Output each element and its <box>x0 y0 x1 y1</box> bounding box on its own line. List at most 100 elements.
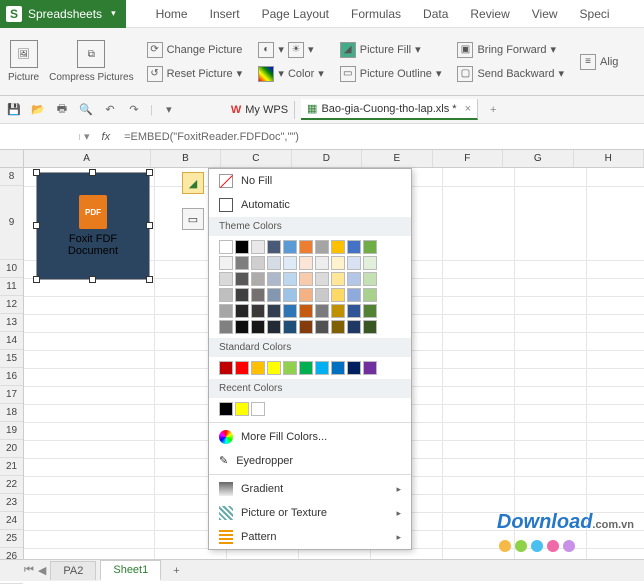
name-box[interactable] <box>0 134 80 140</box>
close-icon[interactable]: × <box>465 103 471 115</box>
tab-home[interactable]: Home <box>156 7 188 21</box>
tab-view[interactable]: View <box>532 7 558 21</box>
color-swatch[interactable] <box>331 304 345 318</box>
color-swatch[interactable] <box>363 240 377 254</box>
color-swatch[interactable] <box>331 320 345 334</box>
color-swatch[interactable] <box>283 361 297 375</box>
color-swatch[interactable] <box>251 304 265 318</box>
color-swatch[interactable] <box>331 288 345 302</box>
col-header[interactable]: H <box>574 150 644 167</box>
color-swatch[interactable] <box>251 320 265 334</box>
tab-formulas[interactable]: Formulas <box>351 7 401 21</box>
row-header[interactable]: 15 <box>0 350 23 368</box>
sheet-tab-active[interactable]: Sheet1 <box>100 560 161 581</box>
color-swatch[interactable] <box>315 272 329 286</box>
color-swatch[interactable] <box>235 304 249 318</box>
chevron-down-icon[interactable]: ▾ <box>161 102 177 118</box>
color-swatch[interactable] <box>267 320 281 334</box>
chevron-down-icon[interactable]: ▾ <box>80 130 94 143</box>
picture-button[interactable]: 🖼 Picture <box>8 40 39 83</box>
color-swatch[interactable] <box>219 256 233 270</box>
color-swatch[interactable] <box>347 240 361 254</box>
align-button[interactable]: ≡Alig <box>577 52 621 72</box>
picture-outline-button[interactable]: ▭Picture Outline ▾ <box>337 64 445 84</box>
resize-handle[interactable] <box>89 169 96 176</box>
resize-handle[interactable] <box>146 276 153 283</box>
pattern-option[interactable]: Pattern▸ <box>209 525 411 549</box>
col-header[interactable]: C <box>221 150 291 167</box>
save-icon[interactable]: 💾 <box>6 102 22 118</box>
row-header[interactable]: 25 <box>0 530 23 548</box>
color-swatch[interactable] <box>235 256 249 270</box>
color-swatch[interactable] <box>299 288 313 302</box>
select-all-corner[interactable] <box>0 150 24 167</box>
color-swatch[interactable] <box>347 256 361 270</box>
color-swatch[interactable] <box>347 320 361 334</box>
color-swatch[interactable] <box>251 272 265 286</box>
gradient-option[interactable]: Gradient▸ <box>209 477 411 501</box>
row-header[interactable]: 12 <box>0 296 23 314</box>
picture-fill-button[interactable]: ◢Picture Fill ▾ <box>337 40 445 60</box>
color-swatch[interactable] <box>219 402 233 416</box>
color-swatch[interactable] <box>347 304 361 318</box>
row-header[interactable]: 22 <box>0 476 23 494</box>
tab-insert[interactable]: Insert <box>210 7 240 21</box>
color-button[interactable]: ▾ Color ▾ <box>255 64 326 84</box>
color-swatch[interactable] <box>299 272 313 286</box>
row-header[interactable]: 20 <box>0 440 23 458</box>
row-header[interactable]: 21 <box>0 458 23 476</box>
tab-page-layout[interactable]: Page Layout <box>262 7 329 21</box>
eyedropper-option[interactable]: ✎Eyedropper <box>209 449 411 472</box>
color-swatch[interactable] <box>363 304 377 318</box>
color-swatch[interactable] <box>283 288 297 302</box>
color-swatch[interactable] <box>235 402 249 416</box>
color-swatch[interactable] <box>299 320 313 334</box>
color-swatch[interactable] <box>219 361 233 375</box>
color-swatch[interactable] <box>267 288 281 302</box>
col-header[interactable]: A <box>24 150 151 167</box>
color-swatch[interactable] <box>283 320 297 334</box>
sheet-tab[interactable]: PA2 <box>50 561 96 580</box>
resize-handle[interactable] <box>146 169 153 176</box>
color-swatch[interactable] <box>315 304 329 318</box>
row-header[interactable]: 18 <box>0 404 23 422</box>
row-header[interactable]: 17 <box>0 386 23 404</box>
row-header[interactable]: 8 <box>0 168 23 186</box>
row-header[interactable]: 9 <box>0 186 23 260</box>
tab-my-wps[interactable]: WMy WPS <box>225 101 295 119</box>
tab-data[interactable]: Data <box>423 7 448 21</box>
row-header[interactable]: 13 <box>0 314 23 332</box>
color-swatch[interactable] <box>315 288 329 302</box>
automatic-option[interactable]: Automatic <box>209 193 411 217</box>
row-header[interactable]: 16 <box>0 368 23 386</box>
color-swatch[interactable] <box>235 320 249 334</box>
color-swatch[interactable] <box>267 240 281 254</box>
tab-review[interactable]: Review <box>470 7 509 21</box>
color-swatch[interactable] <box>235 288 249 302</box>
color-swatch[interactable] <box>363 320 377 334</box>
row-header[interactable]: 19 <box>0 422 23 440</box>
color-swatch[interactable] <box>315 320 329 334</box>
color-swatch[interactable] <box>347 361 361 375</box>
col-header[interactable]: B <box>151 150 221 167</box>
add-sheet-button[interactable]: + <box>165 565 187 577</box>
color-swatch[interactable] <box>315 361 329 375</box>
color-swatch[interactable] <box>363 256 377 270</box>
col-header[interactable]: E <box>362 150 432 167</box>
add-tab-button[interactable]: + <box>484 104 502 116</box>
row-header[interactable]: 10 <box>0 260 23 278</box>
contrast-button[interactable]: ◐▾ ☀▾ <box>255 40 326 60</box>
color-swatch[interactable] <box>347 288 361 302</box>
fill-tool-button[interactable]: ◢ <box>182 172 204 194</box>
color-swatch[interactable] <box>219 320 233 334</box>
color-swatch[interactable] <box>251 402 265 416</box>
print-icon[interactable]: 🖶 <box>54 102 70 118</box>
formula-input[interactable]: =EMBED("FoxitReader.FDFDoc","") <box>118 128 644 146</box>
color-swatch[interactable] <box>331 272 345 286</box>
app-menu-button[interactable]: S Spreadsheets ▾ <box>0 0 126 28</box>
color-swatch[interactable] <box>267 256 281 270</box>
row-header[interactable]: 14 <box>0 332 23 350</box>
color-swatch[interactable] <box>283 256 297 270</box>
send-backward-button[interactable]: ▢Send Backward ▾ <box>454 64 567 84</box>
embedded-pdf-object[interactable]: PDF Foxit FDF Document <box>36 172 150 280</box>
